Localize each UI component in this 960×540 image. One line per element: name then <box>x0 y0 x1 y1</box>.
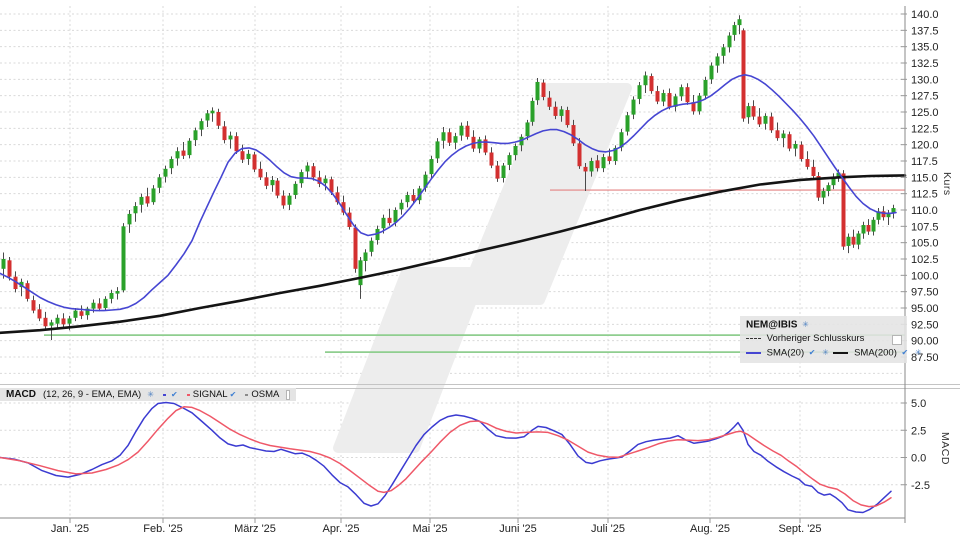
osma-line-sample <box>245 394 248 396</box>
price-tick-label: 117.5 <box>911 156 938 168</box>
month-tick-label: Apr. '25 <box>323 523 360 535</box>
price-tick-label: 102.5 <box>911 254 939 266</box>
month-tick-label: Juli '25 <box>591 523 625 535</box>
macd-tick-label: -2.5 <box>911 480 930 492</box>
price-chart-legend: NEM@IBIS ✳ Vorheriger Schlusskurs SMA(20… <box>740 316 907 363</box>
macd-title: MACD <box>6 389 36 400</box>
prev-close-line-sample <box>746 338 761 339</box>
month-tick-label: März '25 <box>234 523 276 535</box>
price-tick-label: 97.50 <box>911 287 939 299</box>
month-tick-label: Feb. '25 <box>143 523 182 535</box>
price-tick-label: 112.5 <box>911 189 938 201</box>
signal-line-sample <box>187 394 190 396</box>
price-tick-label: 125.0 <box>911 107 939 119</box>
settings-icon[interactable]: ✳ <box>802 320 809 329</box>
sma20-line-sample <box>746 352 761 354</box>
macd-check-icon[interactable]: ✔ <box>171 390 178 399</box>
price-tick-label: 115.0 <box>911 172 938 184</box>
prev-close-label: Vorheriger Schlusskurs <box>767 333 865 344</box>
macd-tick-label: 5.0 <box>911 398 926 410</box>
macd-settings-icon[interactable]: ✳ <box>147 390 154 399</box>
price-tick-label: 92.50 <box>911 319 939 331</box>
kurs-axis-label: Kurs <box>941 172 953 196</box>
sma20-settings-icon[interactable]: ✳ <box>822 348 829 357</box>
sma200-label: SMA(200) <box>854 348 897 359</box>
price-tick-label: 130.0 <box>911 74 939 86</box>
osma-label: OSMA <box>251 389 279 400</box>
sma20-check-icon[interactable]: ✔ <box>809 348 816 357</box>
stock-chart-canvas[interactable]: 140.0 137.5 135.0 132.5 130.0 127.5 125.0 122.5… <box>0 0 960 540</box>
price-tick-label: 135.0 <box>911 42 939 54</box>
month-tick-label: Mai '25 <box>412 523 447 535</box>
macd-line-sample <box>163 394 166 396</box>
signal-check-icon[interactable]: ✔ <box>230 390 237 399</box>
price-tick-label: 95.00 <box>911 303 939 315</box>
stock-chart-widget: { "axes": {"price_axis_title": "Kurs", "… <box>0 0 960 540</box>
month-tick-label: Jan. '25 <box>51 523 89 535</box>
legend-row-sma: SMA(20) ✔ ✳ SMA(200) ✔ ✳ <box>746 346 907 360</box>
sma200-settings-icon[interactable]: ✳ <box>915 348 922 357</box>
sma200-line-sample <box>833 352 848 354</box>
sma200-check-icon[interactable]: ✔ <box>902 348 909 357</box>
price-tick-label: 107.5 <box>911 221 939 233</box>
price-tick-label: 105.0 <box>911 238 939 250</box>
macd-legend-bar: MACD (12, 26, 9 - EMA, EMA) ✳ ✔ SIGNAL ✔… <box>0 388 296 401</box>
price-tick-label: 100.0 <box>911 270 939 282</box>
prev-close-checkbox[interactable] <box>892 335 902 345</box>
instrument-name: NEM@IBIS <box>746 320 797 331</box>
gridlines <box>0 6 905 517</box>
price-tick-label: 120.0 <box>911 140 939 152</box>
price-tick-label: 132.5 <box>911 58 939 70</box>
month-tick-label: Juni '25 <box>499 523 537 535</box>
price-tick-label: 140.0 <box>911 9 939 21</box>
month-tick-label: Aug. '25 <box>690 523 730 535</box>
month-tick-label: Sept. '25 <box>778 523 821 535</box>
legend-row-instrument: NEM@IBIS ✳ <box>746 318 907 332</box>
price-tick-label: 110.0 <box>911 205 938 217</box>
macd-params: (12, 26, 9 - EMA, EMA) <box>43 389 141 400</box>
signal-label: SIGNAL <box>193 389 228 400</box>
macd-tick-label: 2.5 <box>911 425 926 437</box>
price-tick-label: 122.5 <box>911 123 939 135</box>
sma20-label: SMA(20) <box>767 348 804 359</box>
signal-line <box>0 407 891 507</box>
price-tick-label: 90.00 <box>911 336 939 348</box>
legend-row-prev-close: Vorheriger Schlusskurs <box>746 332 907 346</box>
osma-checkbox[interactable] <box>286 390 290 400</box>
macd-axis-label: MACD <box>939 432 951 465</box>
price-tick-label: 137.5 <box>911 25 939 37</box>
price-tick-label: 127.5 <box>911 91 939 103</box>
macd-tick-label: 0.0 <box>911 453 926 465</box>
